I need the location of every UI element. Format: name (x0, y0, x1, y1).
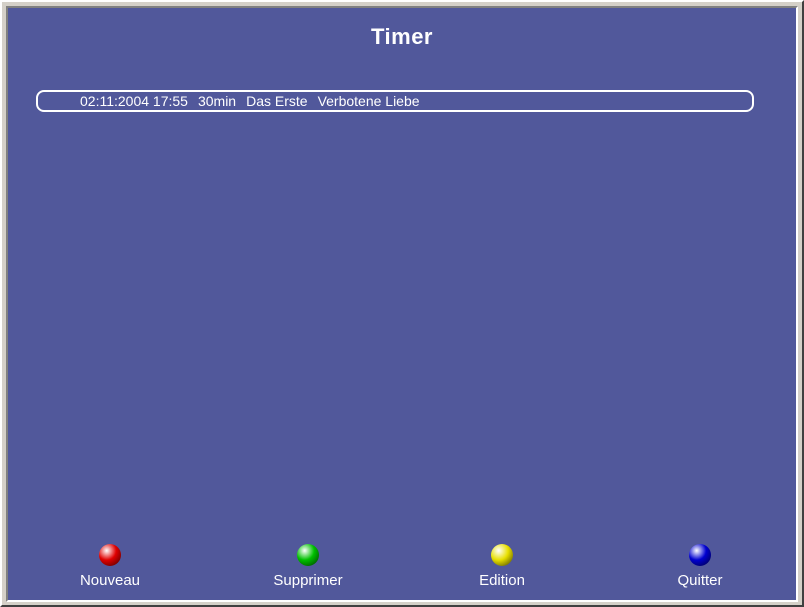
delete-button[interactable]: Supprimer (248, 544, 368, 589)
timer-row[interactable]: 02:11:2004 17:55 30min Das Erste Verbotene … (36, 90, 754, 112)
page-title: Timer (370, 24, 433, 49)
edit-button-label: Edition (479, 572, 525, 589)
app-window: Timer 02:11:2004 17:55 30min Das Erste Verb… (0, 0, 804, 607)
timer-date-time: 02:11:2004 17:55 (80, 93, 188, 109)
blue-ball-icon (689, 544, 711, 566)
timer-duration: 30min (197, 93, 237, 109)
color-button-bar: Nouveau Supprimer Edition Quitter (8, 544, 796, 600)
delete-button-label: Supprimer (273, 572, 343, 589)
new-button-label: Nouveau (79, 572, 141, 589)
new-button[interactable]: Nouveau (50, 544, 170, 589)
green-ball-icon (297, 544, 319, 566)
quit-button-label: Quitter (677, 572, 723, 589)
timer-list: 02:11:2004 17:55 30min Das Erste Verbotene … (36, 90, 754, 112)
red-ball-icon (99, 544, 121, 566)
timer-screen: Timer 02:11:2004 17:55 30min Das Erste Verb… (6, 6, 798, 602)
timer-channel: Das Erste (246, 93, 308, 109)
yellow-ball-icon (491, 544, 513, 566)
timer-program: Verbotene Liebe (317, 93, 420, 109)
edit-button[interactable]: Edition (442, 544, 562, 589)
quit-button[interactable]: Quitter (640, 544, 760, 589)
